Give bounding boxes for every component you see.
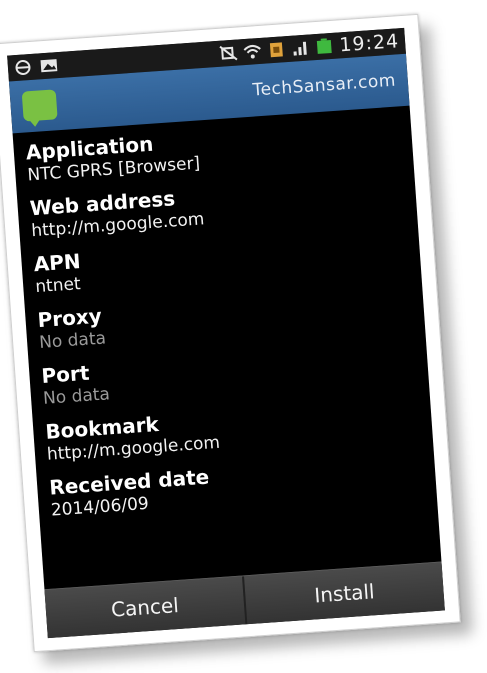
- wifi-icon: [243, 44, 262, 59]
- message-bubble-icon: [21, 89, 58, 122]
- photo-frame: 19:24 TechSansar.com Application NTC GPR…: [0, 13, 461, 653]
- image-icon: [40, 59, 58, 73]
- settings-details: Application NTC GPRS [Browser] Web addre…: [13, 114, 437, 533]
- button-bar: Cancel Install: [44, 561, 445, 639]
- install-button[interactable]: Install: [242, 562, 445, 625]
- cancel-button[interactable]: Cancel: [44, 576, 246, 639]
- app-title: TechSansar.com: [251, 70, 397, 101]
- sim-icon: [270, 42, 284, 58]
- battery-icon: [317, 38, 332, 54]
- status-clock: 19:24: [338, 30, 400, 57]
- mute-icon: [219, 45, 238, 61]
- signal-icon: [293, 41, 308, 56]
- steering-wheel-icon: [15, 60, 31, 76]
- phone-screen: 19:24 TechSansar.com Application NTC GPR…: [7, 27, 445, 639]
